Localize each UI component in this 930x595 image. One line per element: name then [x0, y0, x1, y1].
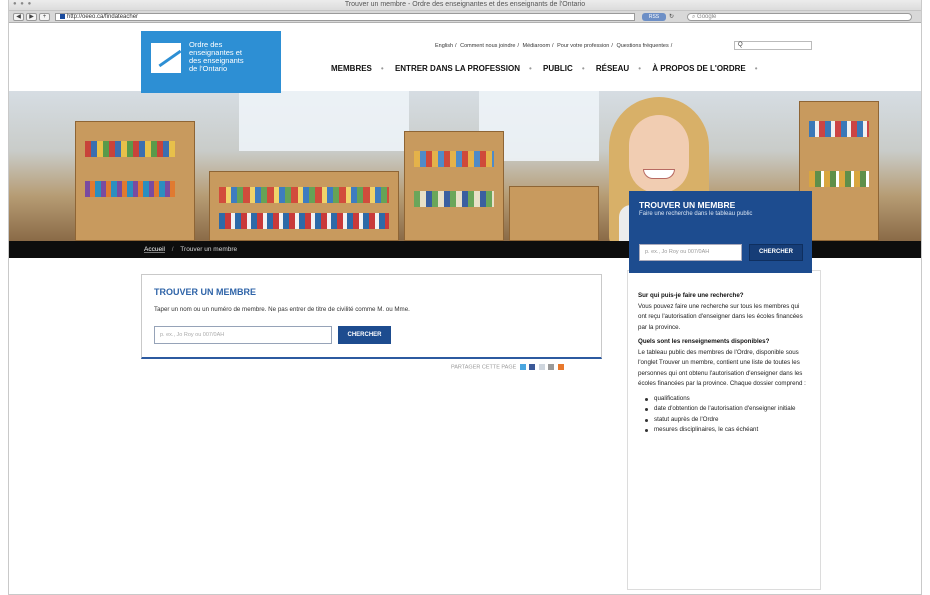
breadcrumb-current: Trouver un membre [180, 246, 238, 253]
breadcrumb-home-link[interactable]: Accueil [144, 246, 165, 253]
faq-sidebar: Sur qui puis-je faire une recherche? Vou… [627, 270, 821, 590]
find-member-heading: TROUVER UN MEMBRE [154, 287, 257, 297]
logo-line-4: de l'Ontario [189, 64, 228, 73]
list-item: date d'obtention de l'autorisation d'ens… [638, 404, 806, 415]
site-header: Ordre des enseignantes et des enseignant… [9, 23, 921, 93]
share-bar: PARTAGER CETTE PAGE [451, 364, 564, 370]
breadcrumb-separator: / [171, 246, 174, 253]
browser-toolbar: ◀ ▶ + http://oeeo.ca/findateacher RSS ↻ … [9, 11, 921, 23]
add-bookmark-button[interactable]: + [39, 13, 50, 21]
google-search-field[interactable]: ⌕ Google [687, 13, 912, 21]
utility-link-faq[interactable]: Questions fréquentes [616, 43, 668, 49]
member-search-button[interactable]: CHERCHER [338, 326, 391, 344]
utility-links: English / Comment nous joindre / Médiaroom… [435, 43, 673, 49]
url-text: http://oeeo.ca/findateacher [67, 14, 139, 21]
faq-answer-2: Le tableau public des membres de l'Ordre… [638, 348, 806, 388]
site-logo[interactable]: Ordre des enseignantes et des enseignant… [141, 31, 281, 93]
browser-titlebar: ● ● ● Trouver un membre - Ordre des ense… [9, 0, 921, 11]
google-search-placeholder: Google [697, 14, 717, 20]
utility-link-mediaroom[interactable]: Médiaroom [523, 43, 551, 49]
list-item: statut auprès de l'Ordre [638, 415, 806, 426]
share-plus-icon[interactable] [557, 364, 564, 370]
reload-icon[interactable]: ↻ [669, 13, 674, 20]
email-icon[interactable] [548, 364, 555, 370]
main-navigation: MEMBRES • ENTRER DANS LA PROFESSION • PUBL… [331, 64, 758, 73]
utility-link-profession[interactable]: Pour votre profession [557, 43, 609, 49]
print-icon[interactable] [538, 364, 545, 370]
window-title: Trouver un membre - Ordre des enseignant… [344, 1, 586, 8]
rss-button[interactable]: RSS [642, 13, 666, 21]
panel-search-input[interactable]: p. ex., Jo Roy ou 007/0AH [639, 244, 742, 261]
nav-item-membres[interactable]: MEMBRES [331, 64, 372, 73]
search-icon: ⌕ [692, 14, 696, 20]
find-member-instructions: Taper un nom ou un numéro de membre. Ne … [154, 306, 410, 313]
nav-item-public[interactable]: PUBLIC [543, 64, 573, 73]
share-label: PARTAGER CETTE PAGE [451, 364, 517, 371]
favicon-icon [60, 14, 65, 19]
utility-link-contact[interactable]: Comment nous joindre [460, 43, 515, 49]
main-content: TROUVER UN MEMBRE Taper un nom ou un num… [9, 258, 921, 590]
record-contents-list: qualifications date d'obtention de l'aut… [638, 394, 806, 436]
faq-question-2: Quels sont les renseignements disponible… [638, 338, 770, 345]
nav-item-reseau[interactable]: RÉSEAU [596, 64, 629, 73]
find-panel-subtitle: Faire une recherche dans le tableau publ… [639, 211, 753, 217]
twitter-icon[interactable] [519, 364, 526, 370]
back-button[interactable]: ◀ [13, 13, 24, 21]
facebook-icon[interactable] [529, 364, 536, 370]
faq-question-1: Sur qui puis-je faire une recherche? [638, 292, 744, 299]
find-member-panel: TROUVER UN MEMBRE Faire une recherche da… [629, 191, 812, 273]
utility-link-english[interactable]: English [435, 43, 453, 49]
member-search-input[interactable]: p. ex., Jo Roy ou 007/0AH [154, 326, 332, 344]
list-item: qualifications [638, 394, 806, 405]
nav-item-profession[interactable]: ENTRER DANS LA PROFESSION [395, 64, 520, 73]
nav-item-a-propos[interactable]: À PROPOS DE L'ORDRE [652, 64, 745, 73]
url-bar[interactable]: http://oeeo.ca/findateacher [55, 13, 635, 21]
logo-mark-icon [151, 43, 181, 73]
panel-search-button[interactable]: CHERCHER [749, 244, 803, 261]
faq-answer-1: Vous pouvez faire une recherche sur tous… [638, 302, 803, 331]
find-panel-heading: TROUVER UN MEMBRE [639, 200, 736, 210]
site-search-input[interactable]: Q [734, 41, 812, 50]
browser-window: ● ● ● Trouver un membre - Ordre des ense… [8, 0, 922, 595]
forward-button[interactable]: ▶ [26, 13, 37, 21]
find-member-card: TROUVER UN MEMBRE Taper un nom ou un num… [141, 274, 602, 359]
list-item: mesures disciplinaires, le cas échéant [638, 425, 806, 436]
